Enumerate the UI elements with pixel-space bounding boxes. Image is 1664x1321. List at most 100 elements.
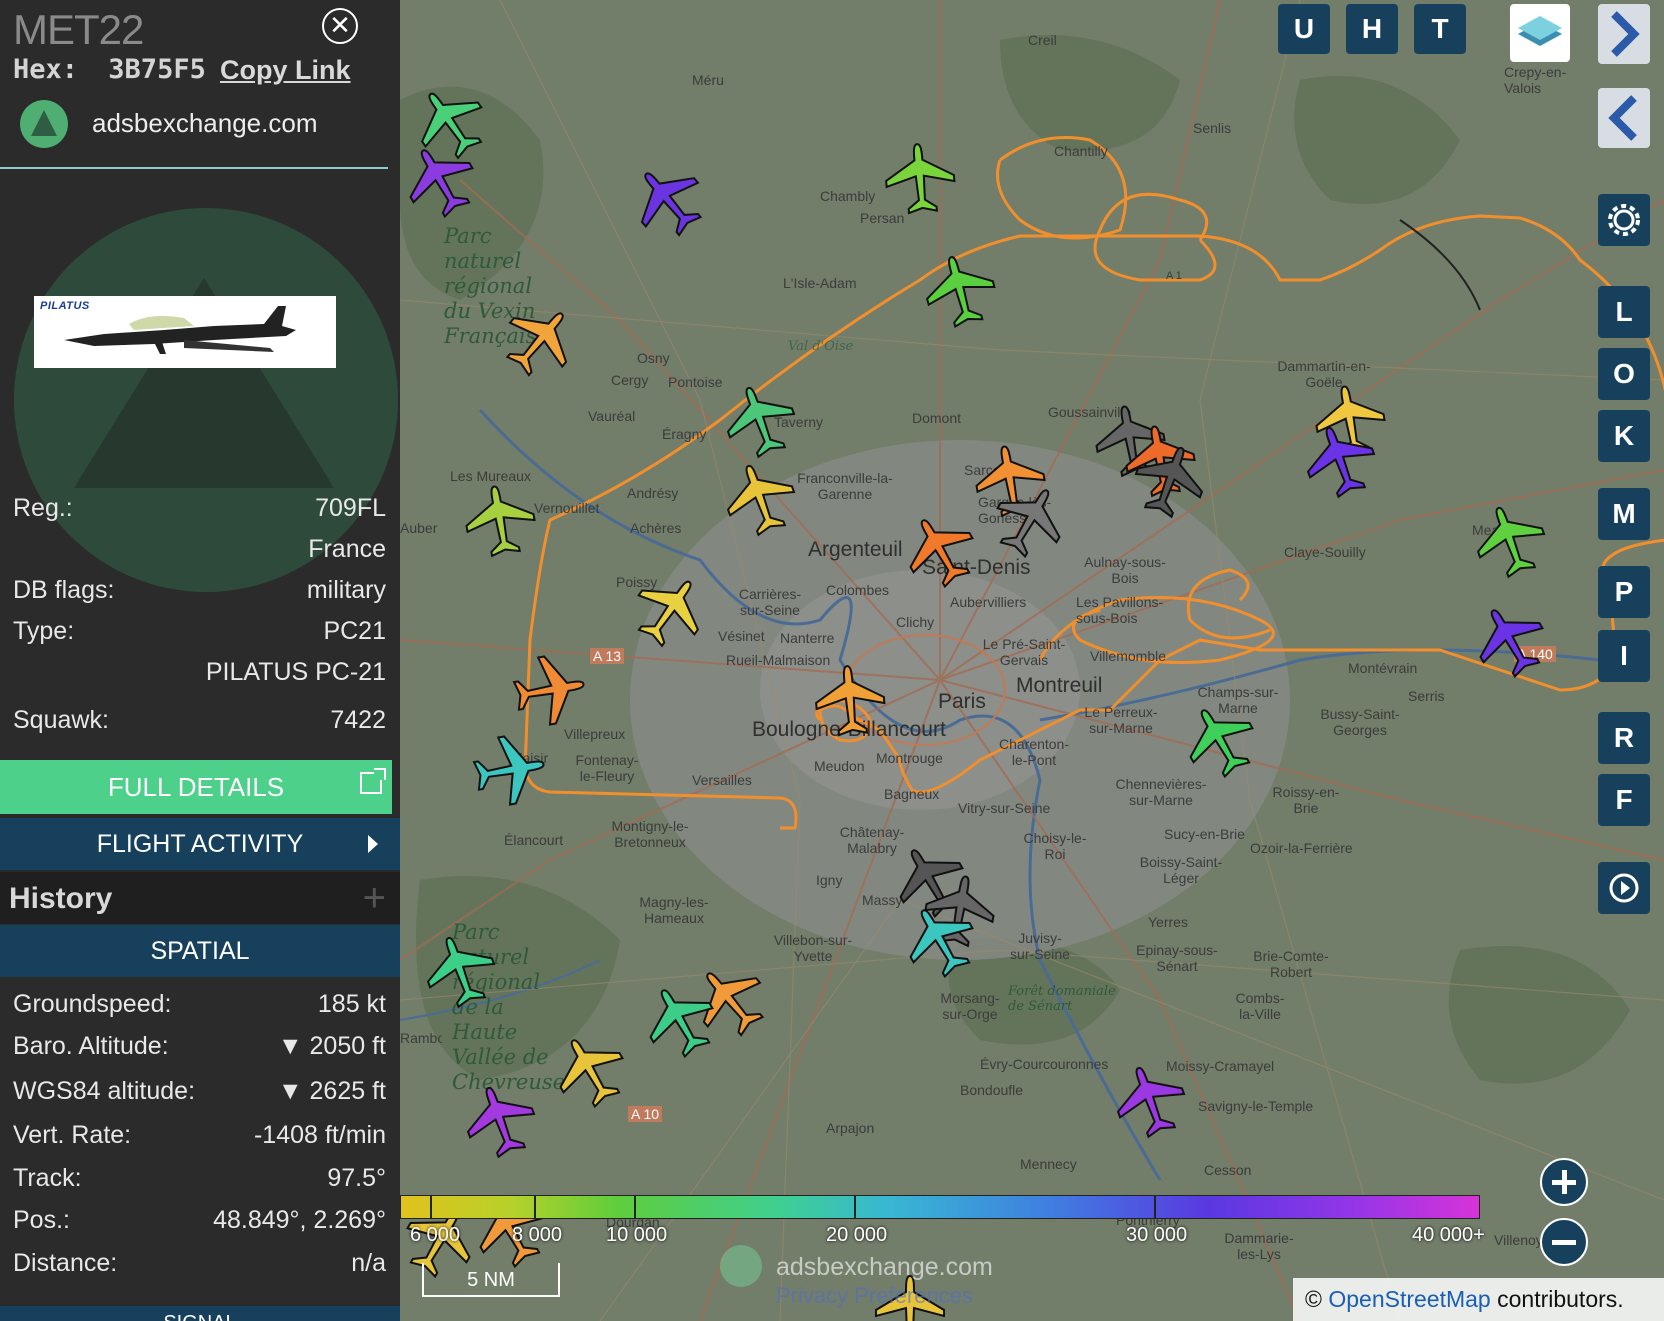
town-label: Bondoufle <box>960 1082 1024 1098</box>
aircraft-marker-icon[interactable] <box>1110 1060 1190 1140</box>
flight-activity-button[interactable]: FLIGHT ACTIVITY <box>0 818 400 870</box>
aircraft-marker-icon[interactable] <box>720 458 800 538</box>
toggle-t-button[interactable]: T <box>1414 4 1466 54</box>
privacy-preferences-link[interactable]: Privacy Preferences <box>776 1283 973 1309</box>
aircraft-marker-icon[interactable] <box>400 140 480 220</box>
info-value: ▼ 2050 ft <box>277 1032 386 1060</box>
chevron-right-icon[interactable] <box>1598 4 1650 64</box>
town-label: Yerres <box>1148 914 1188 930</box>
aircraft-marker-icon[interactable] <box>550 1030 630 1110</box>
aircraft-marker-icon[interactable] <box>470 730 550 810</box>
aircraft-marker-icon[interactable] <box>628 160 708 240</box>
info-value: PC21 <box>323 617 386 645</box>
town-label: Claye-Souilly <box>1284 544 1366 560</box>
aircraft-marker-icon[interactable] <box>720 380 800 460</box>
town-label: Osny <box>637 350 670 366</box>
map-attribution: © OpenStreetMap contributors. <box>1293 1278 1664 1321</box>
info-value: 97.5° <box>327 1164 386 1192</box>
info-value: -1408 ft/min <box>253 1121 386 1149</box>
aircraft-photo[interactable]: PILATUS <box>34 296 336 368</box>
aircraft-marker-icon[interactable] <box>420 930 500 1010</box>
aircraft-marker-icon[interactable] <box>1180 700 1260 780</box>
signal-section-header[interactable]: SIGNAL <box>0 1306 400 1321</box>
map-view[interactable]: Méru Creil Senlis Crepy-en-Valois Chambl… <box>400 0 1664 1321</box>
divider <box>0 167 388 169</box>
openstreetmap-link[interactable]: OpenStreetMap <box>1328 1286 1490 1312</box>
aircraft-marker-icon[interactable] <box>460 1080 540 1160</box>
map-watermark: adsbexchange.com <box>776 1253 993 1281</box>
toggle-k-button[interactable]: K <box>1598 410 1650 462</box>
full-details-button[interactable]: FULL DETAILS <box>0 760 392 814</box>
attribution-prefix: © <box>1305 1286 1329 1312</box>
town-label: Aubervilliers <box>950 594 1027 610</box>
close-icon[interactable]: ✕ <box>322 8 358 44</box>
aircraft-marker-icon[interactable] <box>990 480 1070 560</box>
legend-tick <box>430 1195 432 1219</box>
toggle-u-button[interactable]: U <box>1278 4 1330 54</box>
town-label: Creil <box>1028 32 1057 48</box>
toggle-i-button[interactable]: I <box>1598 630 1650 682</box>
town-label: Brie-Comte-Robert <box>1253 948 1329 980</box>
aircraft-marker-icon[interactable] <box>810 660 890 740</box>
aircraft-marker-icon[interactable] <box>460 480 540 560</box>
info-value: 185 kt <box>317 990 386 1018</box>
town-label: Villebon-sur-Yvette <box>773 932 853 964</box>
town-label: Clichy <box>896 614 935 630</box>
toggle-p-button[interactable]: P <box>1598 566 1650 618</box>
info-row: WGS84 altitude: ▼ 2625 ft <box>13 1077 386 1111</box>
town-label: Vésinet <box>718 628 765 644</box>
signal-title: SIGNAL <box>163 1312 236 1321</box>
town-label: Domont <box>912 410 962 426</box>
info-row: DB flags: military <box>13 576 386 610</box>
toggle-o-button[interactable]: O <box>1598 348 1650 400</box>
info-label: Type: <box>13 617 75 645</box>
toggle-r-button[interactable]: R <box>1598 712 1650 764</box>
aircraft-marker-icon[interactable] <box>900 900 980 980</box>
info-row: Baro. Altitude: ▼ 2050 ft <box>13 1032 386 1066</box>
aircraft-marker-icon[interactable] <box>1130 440 1210 520</box>
legend-label: 40 000+ <box>1412 1224 1485 1246</box>
replay-icon[interactable] <box>1598 862 1650 914</box>
info-value: 709FL <box>315 494 386 522</box>
town-label: Vitry-sur-Seine <box>958 800 1051 816</box>
toggle-m-button[interactable]: M <box>1598 488 1650 540</box>
aircraft-marker-icon[interactable] <box>640 980 720 1060</box>
zoom-in-icon[interactable] <box>1540 1158 1588 1206</box>
spatial-section-header[interactable]: SPATIAL <box>0 925 400 977</box>
expand-plus-icon[interactable]: + <box>363 876 386 921</box>
toggle-l-button[interactable]: L <box>1598 286 1650 338</box>
aircraft-marker-icon[interactable] <box>920 250 1000 330</box>
spatial-title: SPATIAL <box>150 937 250 965</box>
gear-icon[interactable] <box>1598 194 1650 246</box>
zoom-out-icon[interactable] <box>1540 1218 1588 1266</box>
town-label: Mennecy <box>1020 1156 1077 1172</box>
aircraft-marker-icon[interactable] <box>900 510 980 590</box>
copy-link[interactable]: Copy Link <box>220 55 351 86</box>
info-label: Vert. Rate: <box>13 1121 132 1149</box>
aircraft-marker-icon[interactable] <box>500 300 580 380</box>
aircraft-marker-icon[interactable] <box>630 570 710 650</box>
town-label: Crepy-en-Valois <box>1504 64 1567 96</box>
aircraft-marker-icon[interactable] <box>1470 500 1550 580</box>
legend-label: 6 000 <box>410 1224 461 1246</box>
town-label: Évry-Courcouronnes <box>980 1056 1109 1072</box>
aircraft-marker-icon[interactable] <box>510 650 590 730</box>
legend-label: 30 000 <box>1126 1224 1188 1246</box>
history-section-header[interactable]: History + <box>0 872 400 924</box>
legend-tick <box>854 1195 856 1219</box>
chevron-left-icon[interactable] <box>1598 88 1650 148</box>
photo-brand: PILATUS <box>40 300 90 312</box>
aircraft-marker-icon[interactable] <box>880 138 960 218</box>
info-label: DB flags: <box>13 576 115 604</box>
scale-bar: 5 NM <box>422 1263 560 1297</box>
external-link-icon <box>360 768 386 794</box>
aircraft-marker-icon[interactable] <box>1470 600 1550 680</box>
toggle-f-button[interactable]: F <box>1598 774 1650 826</box>
layers-icon[interactable] <box>1510 4 1570 62</box>
legend-label: 10 000 <box>606 1224 668 1246</box>
town-label: Fontenay-le-Fleury <box>575 752 639 784</box>
toggle-h-button[interactable]: H <box>1346 4 1398 54</box>
info-row: PILATUS PC-21 <box>13 658 386 692</box>
aircraft-marker-icon[interactable] <box>1300 420 1380 500</box>
callsign: MET22 <box>13 6 144 53</box>
